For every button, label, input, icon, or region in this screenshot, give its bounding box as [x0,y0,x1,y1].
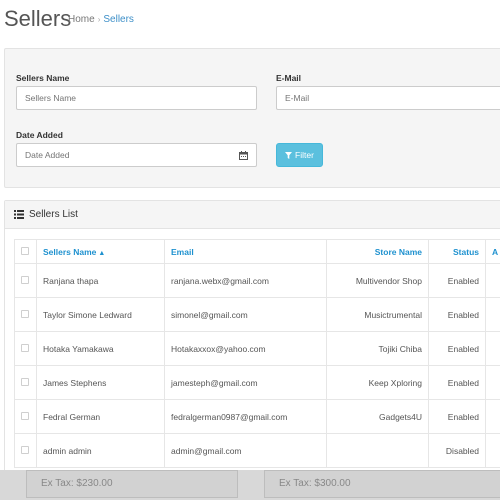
seller-email-cell: Hotakaxxox@yahoo.com [164,331,327,366]
seller-name-cell: Fedral German [36,399,165,434]
tax-total-left: Ex Tax: $230.00 [26,470,238,498]
filter-button-label: Filter [295,150,314,160]
table-row: Hotaka Yamakawa Hotakaxxox@yahoo.com Tojik… [14,331,500,366]
extra-cell [485,297,500,332]
column-header-extra[interactable]: A [485,239,500,264]
sellers-list-panel: Sellers List Sellers Name ▲ Email Store N… [4,200,500,500]
list-icon [14,210,24,219]
date-added-label: Date Added [16,130,63,140]
extra-cell [485,365,500,400]
store-name-cell: Gadgets4U [326,399,429,434]
sellers-name-label: Sellers Name [16,73,70,83]
row-checkbox[interactable] [21,445,29,454]
seller-name-cell: admin admin [36,433,165,468]
column-header-name[interactable]: Sellers Name ▲ [36,239,165,264]
row-select-cell [14,433,37,468]
breadcrumb-separator: › [97,15,101,24]
email-input[interactable] [276,86,500,110]
row-select-cell [14,399,37,434]
status-cell: Enabled [428,297,486,332]
column-header-name-label: Sellers Name [43,246,97,257]
row-checkbox[interactable] [21,343,29,352]
filter-icon [285,151,293,159]
select-all-checkbox[interactable] [21,246,29,255]
row-select-cell [14,331,37,366]
extra-cell [485,433,500,468]
breadcrumb-current[interactable]: Sellers [103,14,134,25]
table-row: Taylor Simone Ledward simonel@gmail.com Mu… [14,297,500,332]
store-name-cell [326,433,429,468]
row-checkbox[interactable] [21,309,29,318]
seller-name-cell: Hotaka Yamakawa [36,331,165,366]
row-checkbox[interactable] [21,377,29,386]
row-select-cell [14,365,37,400]
extra-cell [485,399,500,434]
breadcrumb-home[interactable]: Home [68,14,95,25]
sellers-name-input[interactable] [16,86,257,110]
status-cell: Enabled [428,331,486,366]
page-header: Sellers Home › Sellers [0,0,500,38]
status-cell: Enabled [428,263,486,298]
breadcrumb: Home › Sellers [68,14,134,25]
row-checkbox[interactable] [21,275,29,284]
tax-total-right: Ex Tax: $300.00 [264,470,500,498]
seller-email-cell: ranjana.webx@gmail.com [164,263,327,298]
column-header-email[interactable]: Email [164,239,327,264]
calendar-icon [239,150,248,160]
column-header-store[interactable]: Store Name [326,239,429,264]
table-row: Fedral German fedralgerman0987@gmail.com G… [14,399,500,434]
sort-caret-up-icon: ▲ [98,249,106,257]
date-added-input[interactable] [16,143,232,167]
filter-panel: Sellers Name E-Mail Date Added Filter [4,48,500,188]
filter-button[interactable]: Filter [276,143,323,167]
row-select-cell [14,263,37,298]
list-heading: Sellers List [5,201,500,229]
seller-email-cell: admin@gmail.com [164,433,327,468]
column-header-status[interactable]: Status [428,239,486,264]
extra-cell [485,263,500,298]
seller-email-cell: simonel@gmail.com [164,297,327,332]
table-row: James Stephens jamesteph@gmail.com Keep Xp… [14,365,500,400]
seller-email-cell: fedralgerman0987@gmail.com [164,399,327,434]
calendar-button[interactable] [231,143,257,167]
list-title: Sellers List [29,209,78,220]
store-name-cell: Keep Xploring [326,365,429,400]
seller-name-cell: Ranjana thapa [36,263,165,298]
seller-name-cell: Taylor Simone Ledward [36,297,165,332]
seller-email-cell: jamesteph@gmail.com [164,365,327,400]
status-cell: Enabled [428,365,486,400]
store-name-cell: Musictrumental [326,297,429,332]
row-checkbox[interactable] [21,411,29,420]
seller-name-cell: James Stephens [36,365,165,400]
sellers-table: Sellers Name ▲ Email Store Name Status A … [14,239,500,468]
page-title: Sellers [4,6,72,31]
store-name-cell: Multivendor Shop [326,263,429,298]
table-row: admin admin admin@gmail.com Disabled [14,433,500,468]
extra-cell [485,331,500,366]
store-name-cell: Tojiki Chiba [326,331,429,366]
row-select-cell [14,297,37,332]
table-header-row: Sellers Name ▲ Email Store Name Status A [14,239,500,264]
select-all-cell [14,239,37,264]
status-cell: Enabled [428,399,486,434]
bottom-bar: Ex Tax: $230.00 Ex Tax: $300.00 [0,470,500,500]
table-row: Ranjana thapa ranjana.webx@gmail.com Multi… [14,263,500,298]
email-label: E-Mail [276,73,302,83]
status-cell: Disabled [428,433,486,468]
